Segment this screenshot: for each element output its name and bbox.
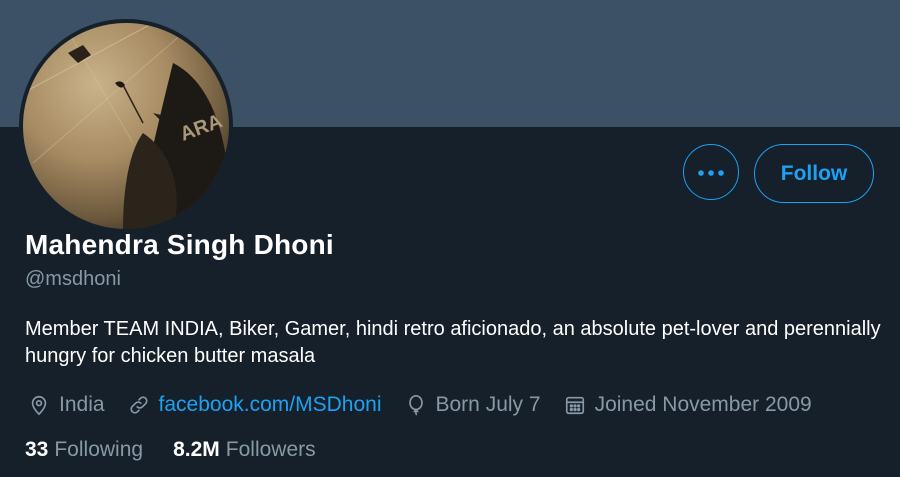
joined-item: Joined November 2009 <box>563 393 812 417</box>
birthday-item: Born July 7 <box>404 393 541 417</box>
website-item: facebook.com/MSDhoni <box>127 393 382 417</box>
calendar-icon <box>563 393 587 417</box>
following-link[interactable]: 33 Following <box>25 438 143 462</box>
location-text: India <box>59 393 105 416</box>
link-icon <box>127 393 151 417</box>
following-count: 33 <box>25 438 49 461</box>
location-item: India <box>27 393 105 417</box>
profile-page: ARA Follow Mahendra Singh Dhoni @msdhoni… <box>0 0 900 477</box>
joined-text: Joined November 2009 <box>594 393 812 416</box>
profile-bio: Member TEAM INDIA, Biker, Gamer, hindi r… <box>25 318 881 367</box>
location-pin-icon <box>27 393 51 417</box>
profile-handle: @msdhoni <box>25 268 121 290</box>
more-options-button[interactable] <box>683 144 739 200</box>
followers-link[interactable]: 8.2M Followers <box>173 438 316 462</box>
balloon-icon <box>404 393 428 417</box>
following-label: Following <box>54 438 144 461</box>
followers-count: 8.2M <box>173 438 220 461</box>
website-link[interactable]: facebook.com/MSDhoni <box>159 393 382 417</box>
profile-stats: 33 Following 8.2M Followers <box>25 438 346 462</box>
follow-button-label: Follow <box>780 161 848 185</box>
follow-button[interactable]: Follow <box>754 144 874 203</box>
avatar-container: ARA <box>19 19 233 233</box>
followers-label: Followers <box>225 438 316 461</box>
profile-name: Mahendra Singh Dhoni <box>25 229 334 260</box>
birthday-text: Born July 7 <box>435 393 541 416</box>
avatar[interactable]: ARA <box>23 23 229 229</box>
profile-meta: India facebook.com/MSDhoni Born July 7 J… <box>27 390 834 420</box>
more-icon <box>698 163 724 181</box>
